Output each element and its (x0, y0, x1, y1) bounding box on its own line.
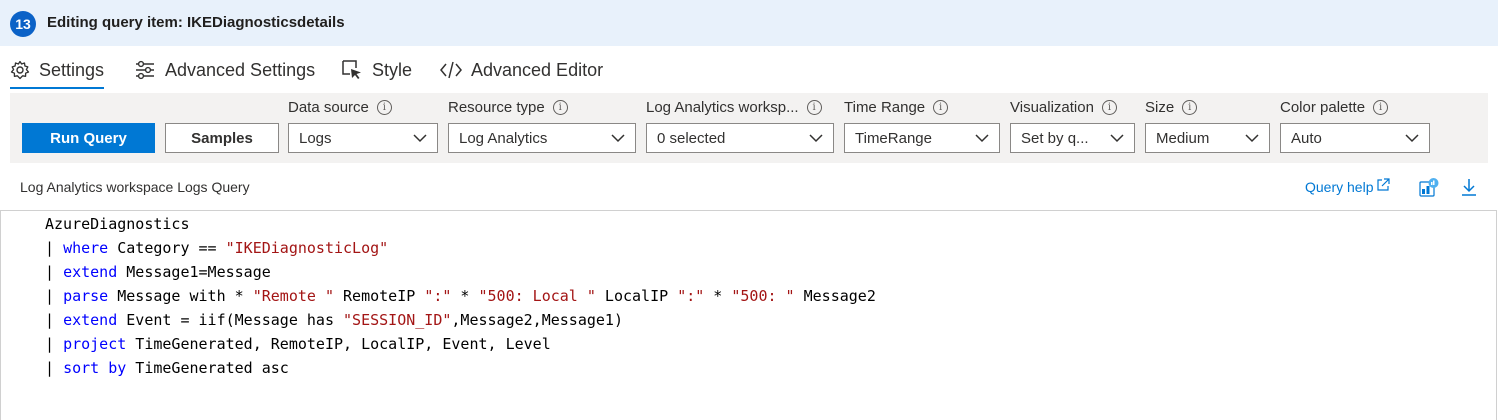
chevron-down-icon (1110, 134, 1124, 143)
code-line: | parse Message with * "Remote " RemoteI… (45, 287, 876, 305)
chevron-down-icon (1405, 134, 1419, 143)
download-icon[interactable] (1460, 177, 1478, 197)
info-icon[interactable]: i (376, 100, 392, 115)
data-source-value: Logs (299, 129, 332, 147)
chevron-down-icon (413, 134, 427, 143)
run-query-button[interactable]: Run Query (22, 123, 155, 153)
visualization-label-text: Visualization (1010, 99, 1094, 116)
code-keyword: extend (63, 263, 118, 281)
code-string: "500: " (731, 287, 795, 305)
query-code[interactable]: AzureDiagnostics | where Category == "IKE… (45, 212, 876, 380)
color-palette-label: Color palette i (1280, 99, 1389, 116)
resource-type-dropdown[interactable]: Log Analytics (448, 123, 636, 153)
step-badge: 13 (10, 11, 36, 37)
resource-type-label-text: Resource type (448, 99, 545, 116)
code-string: "IKEDiagnosticLog" (225, 239, 389, 257)
info-icon[interactable]: i (806, 100, 822, 115)
query-toolbar: Run Query Samples Data source i Logs Reso… (10, 93, 1488, 163)
chevron-down-icon (975, 134, 989, 143)
color-palette-value: Auto (1291, 129, 1322, 147)
tab-settings-label: Settings (39, 59, 105, 80)
gear-icon (10, 60, 30, 80)
code-keyword: project (63, 335, 127, 353)
data-source-dropdown[interactable]: Logs (288, 123, 438, 153)
code-string: ":" (677, 287, 705, 305)
code-keyword: where (63, 239, 109, 257)
info-icon[interactable]: i (933, 100, 949, 115)
workspace-value: 0 selected (657, 129, 726, 147)
chevron-down-icon (611, 134, 625, 143)
visualization-value: Set by q... (1021, 129, 1089, 147)
code-line: | extend Event = iif(Message has "SESSIO… (45, 311, 623, 329)
size-label: Size i (1145, 99, 1198, 116)
workspace-label-text: Log Analytics worksp... (646, 99, 799, 116)
workspace-dropdown[interactable]: 0 selected (646, 123, 834, 153)
tab-style-label: Style (372, 59, 413, 80)
query-help-link[interactable]: Query help (1305, 178, 1391, 195)
chevron-down-icon (1245, 134, 1259, 143)
sliders-icon (136, 60, 154, 80)
visualization-dropdown[interactable]: Set by q... (1010, 123, 1135, 153)
tab-advanced-settings-label: Advanced Settings (165, 59, 316, 80)
code-icon (440, 61, 462, 79)
size-label-text: Size (1145, 99, 1175, 116)
data-source-label-text: Data source (288, 99, 369, 116)
time-range-value: TimeRange (855, 129, 932, 147)
external-link-icon (1377, 178, 1391, 191)
code-string: ":" (424, 287, 452, 305)
code-keyword: parse (63, 287, 109, 305)
visualization-label: Visualization i (1010, 99, 1117, 116)
resource-type-label: Resource type i (448, 99, 568, 116)
info-icon[interactable]: i (1182, 100, 1198, 115)
editor-header: 13 Editing query item: IKEDiagnosticsdet… (0, 0, 1498, 46)
size-value: Medium (1156, 129, 1210, 147)
code-line: | project TimeGenerated, RemoteIP, Local… (45, 335, 551, 353)
code-string: "SESSION_ID" (343, 311, 452, 329)
tab-advanced-editor[interactable]: Advanced Editor (440, 52, 603, 88)
time-range-label-text: Time Range (844, 99, 926, 116)
log-analytics-icon[interactable] (1418, 177, 1440, 199)
code-line: | extend Message1=Message (45, 263, 271, 281)
color-palette-label-text: Color palette (1280, 99, 1366, 116)
tab-settings[interactable]: Settings (10, 52, 105, 89)
code-line: | where Category == "IKEDiagnosticLog" (45, 239, 389, 257)
tab-advanced-editor-label: Advanced Editor (471, 59, 604, 80)
info-icon[interactable]: i (1101, 100, 1117, 115)
data-source-label: Data source i (288, 99, 392, 116)
query-label: Log Analytics workspace Logs Query (20, 179, 250, 195)
resource-type-value: Log Analytics (459, 129, 548, 147)
header-title: Editing query item: IKEDiagnosticsdetail… (47, 14, 345, 31)
info-icon[interactable]: i (1373, 100, 1389, 115)
code-string: "500: Local " (478, 287, 596, 305)
code-line: | sort by TimeGenerated asc (45, 359, 289, 377)
info-icon[interactable]: i (552, 100, 568, 115)
workspace-label: Log Analytics worksp... i (646, 99, 822, 116)
chevron-down-icon (809, 134, 823, 143)
size-dropdown[interactable]: Medium (1145, 123, 1270, 153)
samples-button[interactable]: Samples (165, 123, 279, 153)
code-string: "Remote " (252, 287, 334, 305)
color-palette-dropdown[interactable]: Auto (1280, 123, 1430, 153)
tab-style[interactable]: Style (341, 52, 412, 88)
time-range-label: Time Range i (844, 99, 949, 116)
query-editor[interactable]: AzureDiagnostics | where Category == "IKE… (0, 210, 1497, 420)
code-line: AzureDiagnostics (45, 215, 190, 233)
query-help-text: Query help (1305, 179, 1374, 195)
time-range-dropdown[interactable]: TimeRange (844, 123, 1000, 153)
cursor-box-icon (342, 60, 361, 79)
code-keyword: sort by (63, 359, 127, 377)
code-keyword: extend (63, 311, 118, 329)
tab-advanced-settings[interactable]: Advanced Settings (134, 52, 315, 88)
